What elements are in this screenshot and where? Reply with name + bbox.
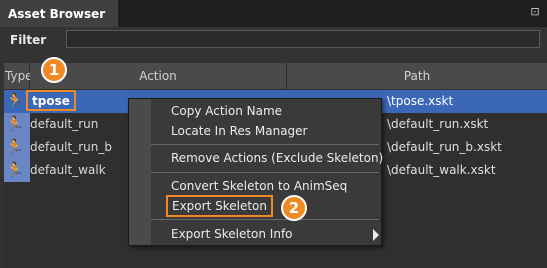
callout-badge-1: 1	[41, 57, 67, 83]
menu-separator	[151, 144, 379, 145]
context-menu: Copy Action Name Locate In Res Manager R…	[128, 98, 383, 246]
skeleton-run-icon: 🏃	[5, 115, 25, 133]
tab-asset-browser[interactable]: Asset Browser	[0, 0, 118, 27]
path-cell: \default_run_b.xskt	[387, 140, 502, 154]
menu-item-export-skeleton-info[interactable]: Export Skeleton Info	[171, 225, 293, 243]
menu-item-locate-in-res-manager[interactable]: Locate In Res Manager	[171, 122, 307, 140]
skeleton-run-icon: 🏃	[5, 161, 25, 179]
menu-item-copy-action-name[interactable]: Copy Action Name	[171, 102, 282, 120]
skeleton-run-icon: 🏃	[5, 138, 25, 156]
path-cell: \tpose.xskt	[387, 94, 454, 108]
path-cell: \default_walk.xskt	[387, 163, 496, 177]
action-cell[interactable]: tpose	[26, 90, 76, 111]
type-cell: 🏃	[4, 159, 30, 182]
column-header-action[interactable]: Action	[30, 63, 287, 89]
menu-item-convert-skeleton[interactable]: Convert Skeleton to AnimSeq	[171, 177, 347, 195]
menu-item-remove-actions[interactable]: Remove Actions (Exclude Skeleton)	[171, 149, 383, 167]
type-cell: 🏃	[4, 136, 30, 159]
menu-separator	[151, 219, 379, 220]
menu-gutter	[129, 99, 151, 245]
filter-input[interactable]	[66, 30, 540, 48]
filter-label: Filter	[10, 33, 47, 47]
action-cell[interactable]: default_run	[30, 113, 98, 136]
path-cell: \default_run.xskt	[387, 117, 489, 131]
callout-badge-2: 2	[281, 195, 307, 221]
column-header-path[interactable]: Path	[287, 63, 547, 89]
type-cell: 🏃	[4, 113, 30, 136]
pin-icon[interactable]: ⊡	[529, 6, 541, 18]
column-header-type[interactable]: Type	[4, 63, 33, 89]
action-cell[interactable]: default_walk	[30, 159, 106, 182]
action-cell[interactable]: default_run_b	[30, 136, 112, 159]
submenu-arrow-icon	[373, 229, 379, 241]
menu-separator	[151, 172, 379, 173]
tab-bar: Asset Browser ⊡	[0, 0, 547, 27]
skeleton-run-icon: 🏃	[5, 92, 25, 110]
menu-item-export-skeleton[interactable]: Export Skeleton	[166, 195, 273, 217]
